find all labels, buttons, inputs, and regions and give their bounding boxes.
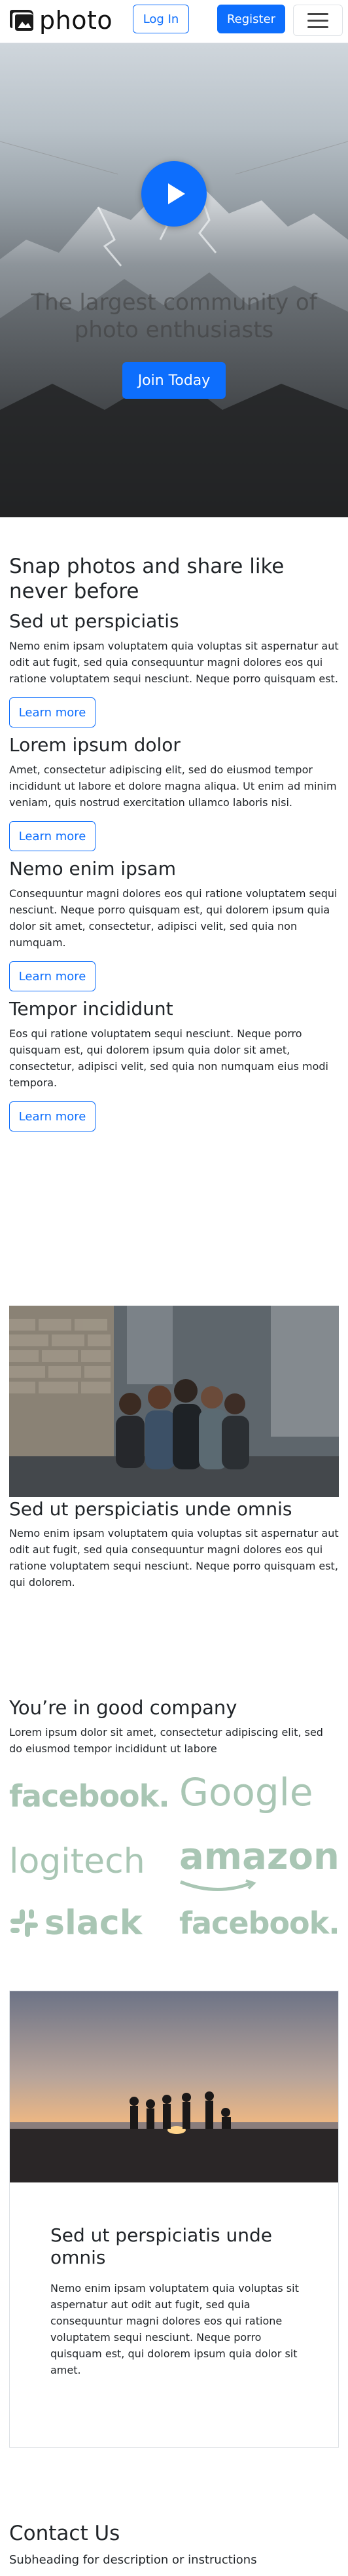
hero-mountain-image (0, 141, 348, 517)
feature-text: Nemo enim ipsam voluptatem quia voluptas… (9, 640, 339, 685)
learn-more-button[interactable]: Learn more (9, 1101, 96, 1132)
campfire-image (10, 1991, 338, 2182)
feature-item: Tempor incididunt Eos qui ratione volupt… (9, 998, 339, 1132)
login-button[interactable]: Log In (133, 5, 189, 33)
facebook-logo: facebook. (9, 1778, 170, 1814)
photo-card-text: Nemo enim ipsam voluptatem quia voluptas… (9, 1527, 339, 1589)
contact-subheading: Subheading for description or instructio… (9, 2553, 257, 2567)
photo-logo-icon[interactable] (9, 9, 35, 32)
play-video-button[interactable] (141, 161, 207, 227)
brand-name[interactable]: photo (39, 6, 113, 35)
campfire-card-title: Sed ut perspiciatis unde omnis (50, 2224, 273, 2268)
navbar: photo Log In Register (0, 0, 348, 43)
learn-more-button[interactable]: Learn more (9, 697, 96, 727)
group-selfie-image (9, 1306, 339, 1497)
photo-card-title: Sed ut perspiciatis unde omnis (9, 1498, 292, 1520)
hero-title: The largest community of photo enthusias… (31, 289, 317, 343)
features-heading: Snap photos and share like never before (9, 555, 285, 603)
facebook-logo: facebook. (179, 1905, 340, 1941)
hero-section: The largest community of photo enthusias… (0, 43, 348, 517)
feature-title: Nemo enim ipsam (9, 858, 176, 879)
learn-more-button[interactable]: Learn more (9, 961, 96, 991)
google-logo: Google (179, 1770, 313, 1814)
menu-toggle-button[interactable] (293, 5, 343, 36)
slack-logo-group: slack (9, 1900, 160, 1946)
learn-more-button[interactable]: Learn more (9, 821, 96, 851)
register-button[interactable]: Register (217, 5, 285, 33)
campfire-card: Sed ut perspiciatis unde omnis Nemo enim… (9, 1991, 339, 2448)
feature-item: Sed ut perspiciatis Nemo enim ipsam volu… (9, 610, 339, 727)
company-heading: You’re in good company (9, 1697, 237, 1719)
contact-heading: Contact Us (9, 2522, 120, 2545)
join-today-button[interactable]: Join Today (122, 362, 226, 399)
play-icon (167, 183, 185, 204)
logitech-logo: logitech (9, 1842, 145, 1881)
slack-icon (10, 1909, 38, 1937)
feature-item: Nemo enim ipsam Consequuntur magni dolor… (9, 858, 339, 991)
features-section: Snap photos and share like never before … (9, 554, 339, 1132)
amazon-smile-icon (180, 1879, 256, 1892)
campfire-card-text: Nemo enim ipsam voluptatem quia voluptas… (50, 2282, 299, 2376)
slack-logo: slack (44, 1904, 143, 1943)
feature-title: Lorem ipsum dolor (9, 734, 181, 756)
feature-title: Sed ut perspiciatis (9, 610, 179, 632)
feature-title: Tempor incididunt (9, 998, 173, 1020)
feature-text: Eos qui ratione voluptatem sequi nesciun… (9, 1027, 328, 1089)
hamburger-icon (307, 12, 328, 15)
feature-text: Amet, consectetur adipiscing elit, sed d… (9, 764, 337, 809)
feature-item: Lorem ipsum dolor Amet, consectetur adip… (9, 734, 339, 851)
feature-text: Consequuntur magni dolores eos qui ratio… (9, 887, 338, 949)
company-text: Lorem ipsum dolor sit amet, consectetur … (9, 1726, 323, 1755)
amazon-logo: amazon (179, 1835, 339, 1878)
